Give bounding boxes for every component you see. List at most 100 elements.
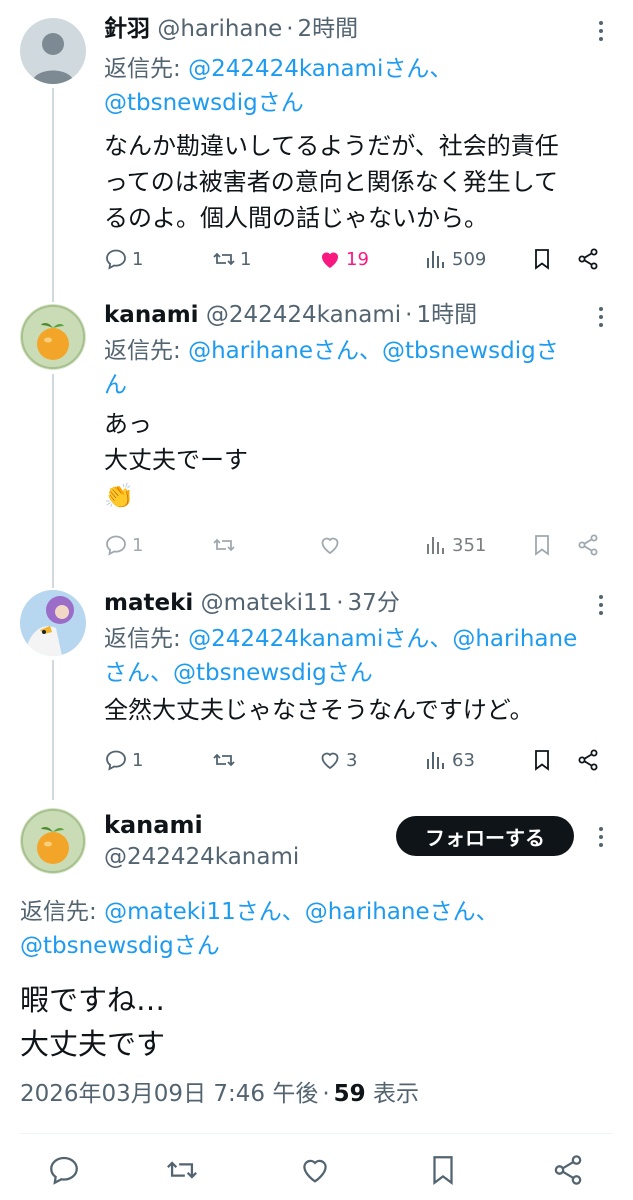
retweet-count: 1 [240, 248, 252, 270]
reply-mention[interactable]: @tbsnewsdigさん [104, 90, 304, 116]
retweet-icon [213, 538, 235, 552]
views-count: 351 [452, 534, 487, 556]
reply-mention[interactable]: @242424kanamiさん、 [188, 56, 452, 82]
main-actions [0, 1153, 633, 1189]
tweet-actions: 1 351 [104, 530, 604, 560]
more-icon[interactable] [591, 302, 611, 332]
separator-dot: · [322, 1081, 330, 1107]
share-button[interactable] [576, 745, 600, 775]
reply-button[interactable]: 1 [104, 745, 143, 775]
more-icon[interactable] [591, 822, 611, 852]
reply-count: 1 [132, 749, 144, 771]
reply-to: 返信先: @242424kanamiさん、@harihane さん、@tbsne… [104, 622, 593, 690]
reply-mention[interactable]: さん、@tbsnewsdigさん [104, 660, 373, 686]
views-count: 63 [452, 749, 475, 771]
user-handle[interactable]: @242424kanami [104, 842, 299, 872]
views-button[interactable]: 63 [424, 745, 475, 775]
tweet-header: kanami @242424kanami · 1時間 [104, 300, 593, 330]
like-button[interactable] [318, 530, 346, 560]
avatar[interactable] [20, 590, 86, 656]
bookmark-button[interactable] [530, 244, 554, 274]
user-handle[interactable]: @mateki11 [201, 590, 333, 616]
reply-icon [106, 535, 126, 556]
reply-icon [50, 1156, 78, 1185]
tweet-text: 暇ですね… 大丈夫です [20, 983, 166, 1061]
avatar[interactable] [20, 808, 86, 874]
reply-count: 1 [132, 248, 144, 270]
follow-button[interactable]: フォローする [396, 816, 574, 856]
bookmark-icon [535, 750, 549, 771]
reply-icon [106, 249, 126, 270]
tweet-time[interactable]: 1時間 [416, 302, 477, 328]
reply-mention[interactable]: ん [104, 372, 127, 398]
retweet-button[interactable]: 1 [212, 244, 251, 274]
reply-button[interactable]: 1 [104, 244, 143, 274]
bookmark-button[interactable] [426, 1153, 460, 1187]
like-icon [321, 537, 339, 555]
retweet-icon [213, 252, 235, 266]
reply-mention[interactable]: @242424kanamiさん、@harihane [188, 626, 577, 652]
like-button[interactable]: 19 [318, 244, 369, 274]
display-name[interactable]: kanami [104, 302, 199, 328]
retweet-icon [213, 753, 235, 767]
share-button[interactable] [551, 1153, 585, 1187]
separator-dot: · [405, 302, 413, 328]
like-count: 3 [346, 749, 358, 771]
views-button[interactable]: 351 [424, 530, 486, 560]
share-icon [578, 749, 598, 771]
reply-button[interactable]: 1 [104, 530, 143, 560]
more-icon[interactable] [591, 590, 611, 620]
bookmark-icon [535, 249, 549, 270]
bookmark-button[interactable] [530, 530, 554, 560]
like-icon [322, 252, 338, 268]
views-button[interactable]: 509 [424, 244, 486, 274]
reply-icon [106, 750, 126, 771]
views-icon [427, 537, 444, 554]
reply-to: 返信先: @242424kanamiさん、 @tbsnewsdigさん [104, 52, 593, 120]
tweet-text: あっ 大丈夫でーす [104, 410, 248, 474]
avatar[interactable] [20, 304, 86, 370]
bookmark-button[interactable] [530, 745, 554, 775]
reply-prefix: 返信先: [104, 626, 189, 652]
reply-mention[interactable]: @harihaneさん、@tbsnewsdigさ [188, 338, 559, 364]
separator-dot: · [336, 590, 344, 616]
avatar[interactable] [20, 18, 86, 84]
user-handle[interactable]: @harihane [157, 16, 282, 42]
views-label: 表示 [372, 1081, 419, 1107]
user-handle[interactable]: @242424kanami [206, 302, 401, 328]
retweet-button[interactable] [212, 745, 240, 775]
display-name[interactable]: 針羽 [104, 16, 150, 42]
views-count: 509 [452, 248, 487, 270]
bookmark-icon [535, 535, 549, 556]
like-button[interactable]: 3 [318, 745, 357, 775]
reply-count: 1 [132, 534, 144, 556]
share-icon [554, 1155, 582, 1185]
tweet-actions: 1 1 19 509 [104, 244, 604, 274]
reply-mention[interactable]: @mateki11さん、@harihaneさん、 [104, 899, 499, 925]
like-count: 19 [346, 248, 369, 270]
display-name[interactable]: mateki [104, 590, 193, 616]
bookmark-icon [433, 1156, 453, 1186]
timestamp[interactable]: 2026年03月09日 7:46 午後 [20, 1081, 318, 1107]
tweet-time[interactable]: 2時間 [298, 16, 359, 42]
clapping-emoji: 👏 [104, 482, 134, 510]
like-button[interactable] [298, 1153, 332, 1187]
reply-to: 返信先: @harihaneさん、@tbsnewsdigさ ん [104, 334, 593, 402]
like-icon [303, 1159, 327, 1183]
tweet-time[interactable]: 37分 [348, 590, 400, 616]
retweet-button[interactable] [165, 1153, 199, 1187]
share-button[interactable] [576, 530, 600, 560]
like-icon [321, 752, 339, 770]
reply-button[interactable] [47, 1153, 81, 1187]
tweet-actions: 1 3 63 [104, 745, 604, 775]
tweet-header: mateki @mateki11 · 37分 [104, 588, 593, 618]
reply-mention[interactable]: @tbsnewsdigさん [20, 933, 220, 959]
retweet-button[interactable] [212, 530, 240, 560]
tweet-text: なんか勘違いしてるようだが、社会的責任 ってのは被害者の意向と関係なく発生して … [104, 132, 559, 232]
share-button[interactable] [576, 244, 600, 274]
views-icon [427, 251, 444, 268]
more-icon[interactable] [591, 16, 611, 46]
tweet-header: 針羽 @harihane · 2時間 [104, 14, 593, 44]
tweet-meta: 2026年03月09日 7:46 午後 · 59 表示 [20, 1077, 419, 1111]
display-name[interactable]: kanami [104, 810, 203, 840]
